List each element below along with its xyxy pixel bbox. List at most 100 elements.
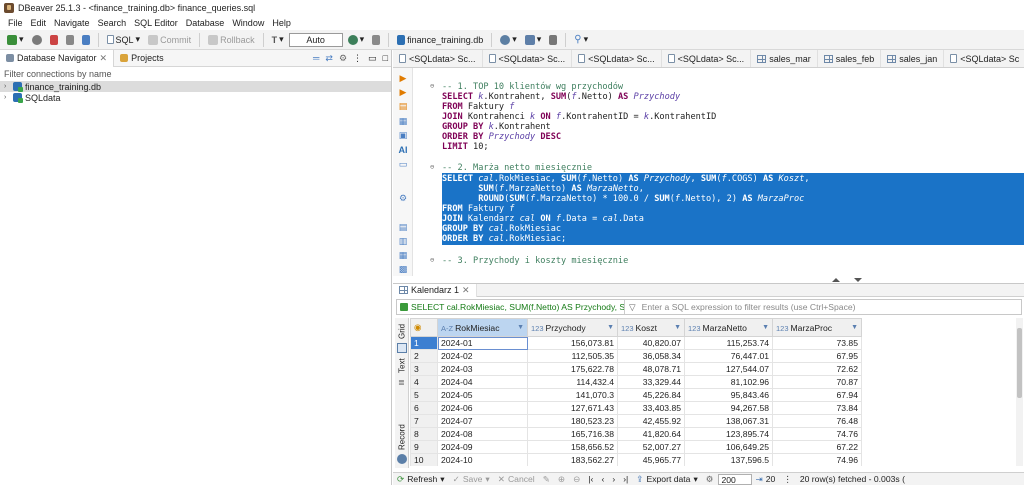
minimize-button[interactable]: ▭ bbox=[365, 50, 380, 66]
record-view-icon[interactable] bbox=[397, 454, 407, 464]
tree-item-sqldata[interactable]: › SQLdata bbox=[0, 92, 391, 103]
new-connection-button[interactable]: ▾ bbox=[4, 32, 27, 48]
row-number[interactable]: 1 bbox=[410, 336, 438, 350]
cell-value[interactable]: 156,073.81 bbox=[527, 336, 618, 350]
format-button[interactable] bbox=[369, 32, 383, 48]
menu-sql-editor[interactable]: SQL Editor bbox=[130, 18, 182, 28]
scrollbar-thumb[interactable] bbox=[1017, 328, 1022, 398]
results-vertical-scrollbar[interactable] bbox=[1016, 318, 1023, 466]
cell-value[interactable]: 114,432.4 bbox=[527, 375, 618, 389]
edit-row-button[interactable]: ✎ bbox=[539, 474, 554, 485]
cell-value[interactable]: 127,671.43 bbox=[527, 401, 618, 415]
table-row[interactable]: 4 2024-04 114,432.4 33,329.44 81,102.96 70.87 bbox=[410, 375, 862, 389]
search-button[interactable]: ⚲ ▾ bbox=[571, 32, 591, 48]
editor-tab[interactable]: <SQLdata> Sc... bbox=[662, 50, 752, 67]
cell-value[interactable]: 95,843.46 bbox=[684, 388, 773, 402]
row-number[interactable]: 3 bbox=[410, 362, 438, 376]
column-header-przychody[interactable]: 123 Przychody ▼ bbox=[527, 318, 618, 337]
row-number[interactable]: 5 bbox=[410, 388, 438, 402]
cell-value[interactable]: 72.62 bbox=[772, 362, 862, 376]
last-page-button[interactable]: ›| bbox=[619, 474, 632, 484]
menu-file[interactable]: File bbox=[4, 18, 27, 28]
add-row-button[interactable]: ⊕ bbox=[554, 474, 569, 485]
table-row[interactable]: 3 2024-03 175,622.78 48,078.71 127,544.07 72.… bbox=[410, 362, 862, 376]
text-view-icon[interactable]: ≣ bbox=[398, 378, 405, 387]
editor-tab[interactable]: <SQLdata> Sc... bbox=[393, 50, 483, 67]
cell-rokmiesiac[interactable]: 2024-06 bbox=[437, 401, 528, 415]
fold-toggle-icon[interactable]: ⊖ bbox=[430, 82, 434, 90]
cell-value[interactable]: 45,226.84 bbox=[617, 388, 685, 402]
cell-value[interactable]: 76,447.01 bbox=[684, 349, 773, 363]
cell-value[interactable]: 52,007.27 bbox=[617, 440, 685, 454]
row-number-header[interactable]: ◉ bbox=[410, 318, 438, 337]
cell-value[interactable]: 67.94 bbox=[772, 388, 862, 402]
cell-value[interactable]: 165,716.38 bbox=[527, 427, 618, 441]
configure-button[interactable]: ⚙ bbox=[336, 50, 350, 66]
outline-icon[interactable]: ▩ bbox=[398, 264, 408, 274]
filter-input[interactable]: Enter a SQL expression to filter results… bbox=[636, 302, 856, 312]
tree-item-finance-training[interactable]: › finance_training.db bbox=[0, 81, 391, 92]
ai-assistant-icon[interactable]: AI bbox=[398, 145, 408, 155]
table-row[interactable]: 1 2024-01 156,073.81 40,820.07 115,253.74 73.… bbox=[410, 336, 862, 350]
delete-row-button[interactable]: ⊖ bbox=[569, 474, 584, 485]
save-button[interactable]: ✓ Save ▾ bbox=[449, 474, 494, 485]
editor-tab[interactable]: <SQLdata> Sc... bbox=[572, 50, 662, 67]
cell-value[interactable]: 45,965.77 bbox=[617, 453, 685, 466]
cell-value[interactable]: 106,649.25 bbox=[684, 440, 773, 454]
cell-value[interactable]: 137,596.5 bbox=[684, 453, 773, 466]
cell-value[interactable]: 41,820.64 bbox=[617, 427, 685, 441]
sql-editor-button[interactable]: SQL ▾ bbox=[104, 32, 144, 48]
prev-page-button[interactable]: ‹ bbox=[597, 474, 608, 484]
load-plan-icon[interactable]: ▣ bbox=[398, 130, 408, 140]
cell-rokmiesiac[interactable]: 2024-05 bbox=[437, 388, 528, 402]
history-button[interactable]: ▾ bbox=[345, 32, 368, 48]
maximize-button[interactable]: □ bbox=[380, 50, 391, 66]
menu-window[interactable]: Window bbox=[228, 18, 268, 28]
rollback-button[interactable]: Rollback bbox=[205, 32, 258, 48]
tab-record[interactable]: Record bbox=[396, 422, 408, 452]
cell-value[interactable]: 141,070.3 bbox=[527, 388, 618, 402]
fetch-size-input[interactable]: 200 bbox=[717, 473, 752, 485]
cell-rokmiesiac[interactable]: 2024-01 bbox=[437, 336, 528, 350]
chevron-right-icon[interactable]: › bbox=[4, 83, 10, 90]
run-tools-button[interactable] bbox=[546, 32, 560, 48]
cell-value[interactable]: 76.48 bbox=[772, 414, 862, 428]
cell-value[interactable]: 40,820.07 bbox=[617, 336, 685, 350]
transaction-mode-field[interactable]: Auto bbox=[288, 32, 343, 47]
cell-rokmiesiac[interactable]: 2024-03 bbox=[437, 362, 528, 376]
tab-projects[interactable]: Projects bbox=[114, 50, 170, 67]
cell-value[interactable]: 67.22 bbox=[772, 440, 862, 454]
settings-icon[interactable]: ⚙ bbox=[398, 193, 408, 203]
cell-value[interactable]: 73.84 bbox=[772, 401, 862, 415]
table-row[interactable]: 6 2024-06 127,671.43 33,403.85 94,267.58 73.8… bbox=[410, 401, 862, 415]
table-row[interactable]: 10 2024-10 183,562.27 45,965.77 137,596.5 74.… bbox=[410, 453, 862, 466]
menu-navigate[interactable]: Navigate bbox=[50, 18, 94, 28]
connect-button[interactable] bbox=[47, 32, 61, 48]
editor-tab-sales-feb[interactable]: sales_feb bbox=[818, 50, 882, 67]
execute-in-new-tab-icon[interactable]: ▶ bbox=[398, 87, 408, 97]
cell-value[interactable]: 112,505.35 bbox=[527, 349, 618, 363]
table-row[interactable]: 9 2024-09 158,656.52 52,007.27 106,649.25 67.… bbox=[410, 440, 862, 454]
link-editor-button[interactable]: ⇄ bbox=[322, 50, 336, 66]
column-header-marzanetto[interactable]: 123 MarzaNetto ▼ bbox=[684, 318, 773, 337]
cell-rokmiesiac[interactable]: 2024-09 bbox=[437, 440, 528, 454]
editor-tab-sales-jan[interactable]: sales_jan bbox=[881, 50, 945, 67]
export-icon[interactable]: ▦ bbox=[398, 250, 408, 260]
explain-plan-icon[interactable]: ▦ bbox=[398, 116, 408, 126]
grid-view-icon[interactable] bbox=[397, 343, 407, 353]
cell-rokmiesiac[interactable]: 2024-10 bbox=[437, 453, 528, 466]
row-number[interactable]: 7 bbox=[410, 414, 438, 428]
cell-value[interactable]: 138,067.31 bbox=[684, 414, 773, 428]
editor-tab[interactable]: <SQLdata> Sc... bbox=[483, 50, 573, 67]
terminal-icon[interactable]: ▭ bbox=[398, 159, 408, 169]
column-header-marzaproc[interactable]: 123 MarzaProc ▼ bbox=[772, 318, 862, 337]
cell-value[interactable]: 36,058.34 bbox=[617, 349, 685, 363]
table-row[interactable]: 5 2024-05 141,070.3 45,226.84 95,843.46 67.94 bbox=[410, 388, 862, 402]
row-number[interactable]: 10 bbox=[410, 453, 438, 466]
open-file-icon[interactable]: ▤ bbox=[398, 222, 408, 232]
results-tab-kalendarz[interactable]: Kalendarz 1 ✕ bbox=[393, 283, 477, 297]
cell-value[interactable]: 183,562.27 bbox=[527, 453, 618, 466]
execute-statement-icon[interactable]: ▶ bbox=[398, 73, 408, 83]
first-page-button[interactable]: |‹ bbox=[584, 474, 597, 484]
cell-value[interactable]: 175,622.78 bbox=[527, 362, 618, 376]
